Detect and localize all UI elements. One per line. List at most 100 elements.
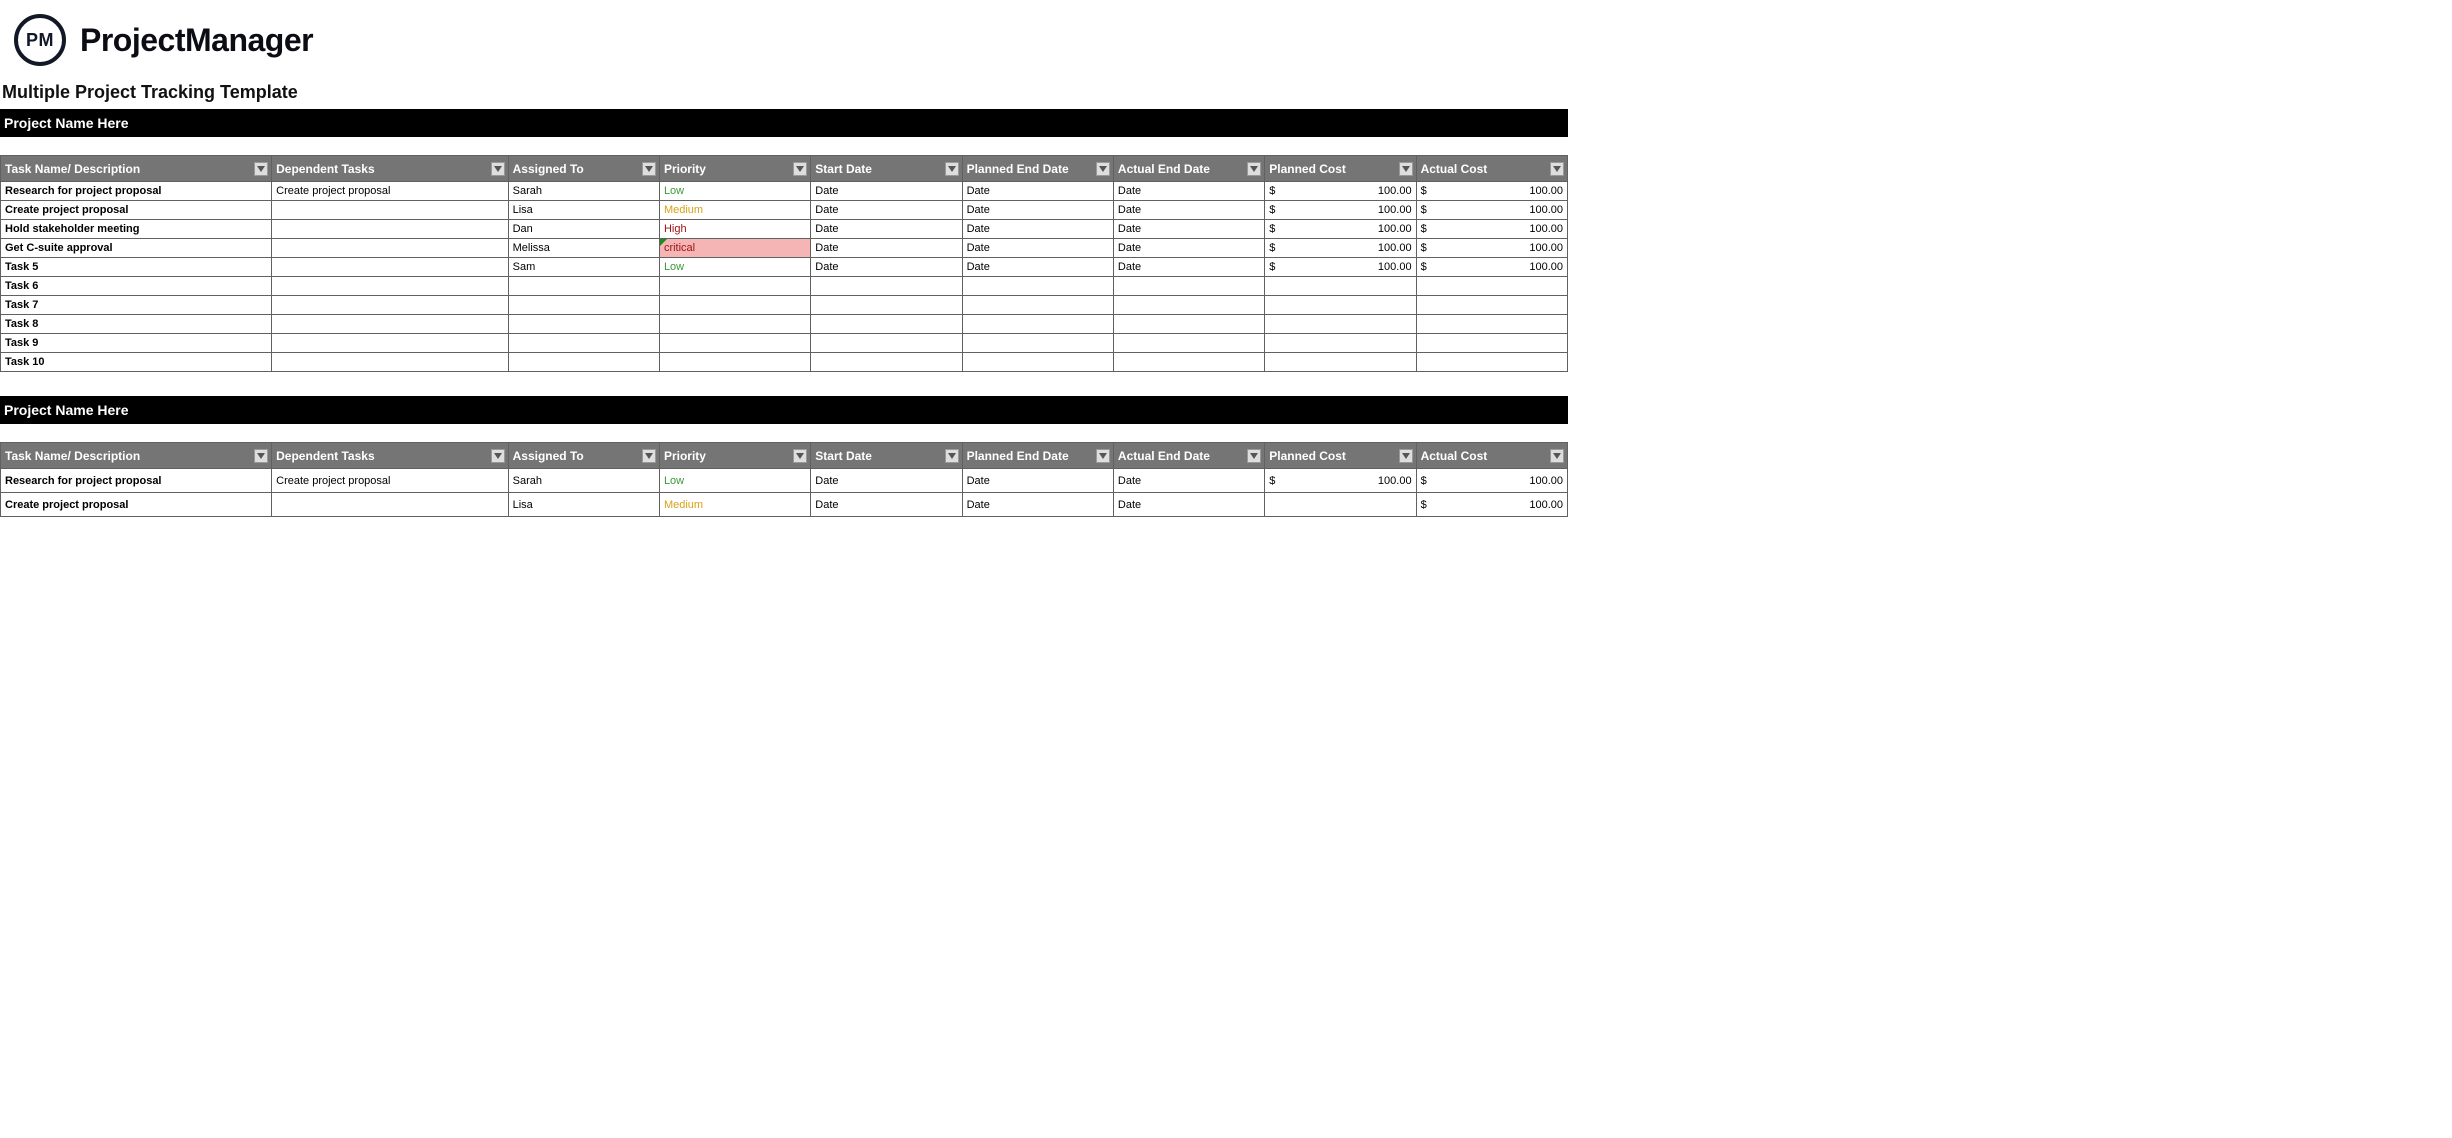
cell-task[interactable]: Get C-suite approval bbox=[1, 239, 272, 258]
cell-planned-cost[interactable]: $100.00 bbox=[1265, 239, 1416, 258]
col-dependent-header[interactable]: Dependent Tasks bbox=[272, 443, 508, 469]
cell-dependent[interactable]: Create project proposal bbox=[272, 182, 508, 201]
cell-assigned[interactable] bbox=[508, 296, 659, 315]
col-task-filter-icon[interactable] bbox=[254, 162, 268, 176]
col-actual-cost-header[interactable]: Actual Cost bbox=[1416, 443, 1567, 469]
cell-priority[interactable]: Low bbox=[659, 469, 810, 493]
col-planned-end-header[interactable]: Planned End Date bbox=[962, 156, 1113, 182]
cell-start[interactable]: Date bbox=[811, 493, 962, 517]
cell-task[interactable]: Task 7 bbox=[1, 296, 272, 315]
cell-actual-end[interactable]: Date bbox=[1113, 220, 1264, 239]
cell-planned-end[interactable] bbox=[962, 353, 1113, 372]
cell-dependent[interactable] bbox=[272, 258, 508, 277]
col-actual-end-filter-icon[interactable] bbox=[1247, 449, 1261, 463]
cell-task[interactable]: Hold stakeholder meeting bbox=[1, 220, 272, 239]
cell-planned-end[interactable] bbox=[962, 334, 1113, 353]
cell-planned-cost[interactable] bbox=[1265, 334, 1416, 353]
cell-actual-end[interactable] bbox=[1113, 277, 1264, 296]
cell-assigned[interactable] bbox=[508, 353, 659, 372]
cell-actual-cost[interactable]: $100.00 bbox=[1416, 182, 1567, 201]
cell-planned-end[interactable]: Date bbox=[962, 220, 1113, 239]
cell-actual-end[interactable]: Date bbox=[1113, 493, 1264, 517]
cell-actual-end[interactable] bbox=[1113, 296, 1264, 315]
cell-dependent[interactable] bbox=[272, 220, 508, 239]
cell-assigned[interactable]: Lisa bbox=[508, 493, 659, 517]
col-assigned-filter-icon[interactable] bbox=[642, 449, 656, 463]
cell-task[interactable]: Create project proposal bbox=[1, 201, 272, 220]
cell-actual-cost[interactable] bbox=[1416, 353, 1567, 372]
cell-start[interactable] bbox=[811, 334, 962, 353]
cell-task[interactable]: Task 5 bbox=[1, 258, 272, 277]
col-start-header[interactable]: Start Date bbox=[811, 443, 962, 469]
cell-assigned[interactable]: Dan bbox=[508, 220, 659, 239]
col-assigned-header[interactable]: Assigned To bbox=[508, 443, 659, 469]
cell-assigned[interactable]: Sarah bbox=[508, 469, 659, 493]
cell-priority[interactable] bbox=[659, 353, 810, 372]
cell-actual-cost[interactable]: $100.00 bbox=[1416, 220, 1567, 239]
col-planned-cost-header[interactable]: Planned Cost bbox=[1265, 156, 1416, 182]
cell-planned-cost[interactable] bbox=[1265, 493, 1416, 517]
col-priority-filter-icon[interactable] bbox=[793, 162, 807, 176]
cell-actual-cost[interactable] bbox=[1416, 277, 1567, 296]
col-start-filter-icon[interactable] bbox=[945, 449, 959, 463]
col-task-filter-icon[interactable] bbox=[254, 449, 268, 463]
col-actual-cost-filter-icon[interactable] bbox=[1550, 162, 1564, 176]
cell-start[interactable]: Date bbox=[811, 239, 962, 258]
cell-task[interactable]: Research for project proposal bbox=[1, 469, 272, 493]
cell-actual-end[interactable] bbox=[1113, 334, 1264, 353]
col-priority-header[interactable]: Priority bbox=[659, 156, 810, 182]
cell-actual-cost[interactable]: $100.00 bbox=[1416, 469, 1567, 493]
cell-task[interactable]: Task 6 bbox=[1, 277, 272, 296]
cell-dependent[interactable] bbox=[272, 315, 508, 334]
cell-start[interactable]: Date bbox=[811, 182, 962, 201]
cell-actual-end[interactable]: Date bbox=[1113, 182, 1264, 201]
cell-priority[interactable] bbox=[659, 296, 810, 315]
cell-planned-cost[interactable] bbox=[1265, 353, 1416, 372]
cell-assigned[interactable] bbox=[508, 315, 659, 334]
cell-planned-cost[interactable]: $100.00 bbox=[1265, 201, 1416, 220]
cell-start[interactable] bbox=[811, 315, 962, 334]
cell-dependent[interactable] bbox=[272, 353, 508, 372]
cell-start[interactable]: Date bbox=[811, 258, 962, 277]
cell-start[interactable] bbox=[811, 353, 962, 372]
col-start-filter-icon[interactable] bbox=[945, 162, 959, 176]
cell-planned-end[interactable] bbox=[962, 296, 1113, 315]
col-actual-cost-header[interactable]: Actual Cost bbox=[1416, 156, 1567, 182]
cell-start[interactable]: Date bbox=[811, 201, 962, 220]
cell-actual-cost[interactable] bbox=[1416, 296, 1567, 315]
cell-planned-cost[interactable] bbox=[1265, 277, 1416, 296]
cell-actual-cost[interactable] bbox=[1416, 334, 1567, 353]
cell-planned-end[interactable]: Date bbox=[962, 493, 1113, 517]
cell-start[interactable]: Date bbox=[811, 220, 962, 239]
col-dependent-header[interactable]: Dependent Tasks bbox=[272, 156, 508, 182]
cell-dependent[interactable] bbox=[272, 296, 508, 315]
cell-assigned[interactable] bbox=[508, 277, 659, 296]
cell-priority[interactable]: critical bbox=[659, 239, 810, 258]
cell-start[interactable] bbox=[811, 296, 962, 315]
cell-priority[interactable] bbox=[659, 334, 810, 353]
col-planned-end-filter-icon[interactable] bbox=[1096, 162, 1110, 176]
cell-task[interactable]: Task 9 bbox=[1, 334, 272, 353]
cell-task[interactable]: Task 8 bbox=[1, 315, 272, 334]
cell-planned-cost[interactable] bbox=[1265, 315, 1416, 334]
col-actual-cost-filter-icon[interactable] bbox=[1550, 449, 1564, 463]
cell-task[interactable]: Task 10 bbox=[1, 353, 272, 372]
cell-assigned[interactable] bbox=[508, 334, 659, 353]
cell-actual-cost[interactable]: $100.00 bbox=[1416, 201, 1567, 220]
cell-planned-end[interactable]: Date bbox=[962, 201, 1113, 220]
cell-actual-end[interactable] bbox=[1113, 353, 1264, 372]
col-planned-cost-filter-icon[interactable] bbox=[1399, 162, 1413, 176]
cell-planned-cost[interactable]: $100.00 bbox=[1265, 220, 1416, 239]
col-task-header[interactable]: Task Name/ Description bbox=[1, 443, 272, 469]
cell-planned-cost[interactable]: $100.00 bbox=[1265, 469, 1416, 493]
cell-task[interactable]: Research for project proposal bbox=[1, 182, 272, 201]
cell-assigned[interactable]: Sarah bbox=[508, 182, 659, 201]
cell-planned-cost[interactable]: $100.00 bbox=[1265, 182, 1416, 201]
cell-task[interactable]: Create project proposal bbox=[1, 493, 272, 517]
cell-planned-end[interactable]: Date bbox=[962, 258, 1113, 277]
cell-actual-cost[interactable]: $100.00 bbox=[1416, 493, 1567, 517]
cell-priority[interactable]: Low bbox=[659, 182, 810, 201]
cell-planned-end[interactable] bbox=[962, 315, 1113, 334]
col-start-header[interactable]: Start Date bbox=[811, 156, 962, 182]
col-assigned-header[interactable]: Assigned To bbox=[508, 156, 659, 182]
